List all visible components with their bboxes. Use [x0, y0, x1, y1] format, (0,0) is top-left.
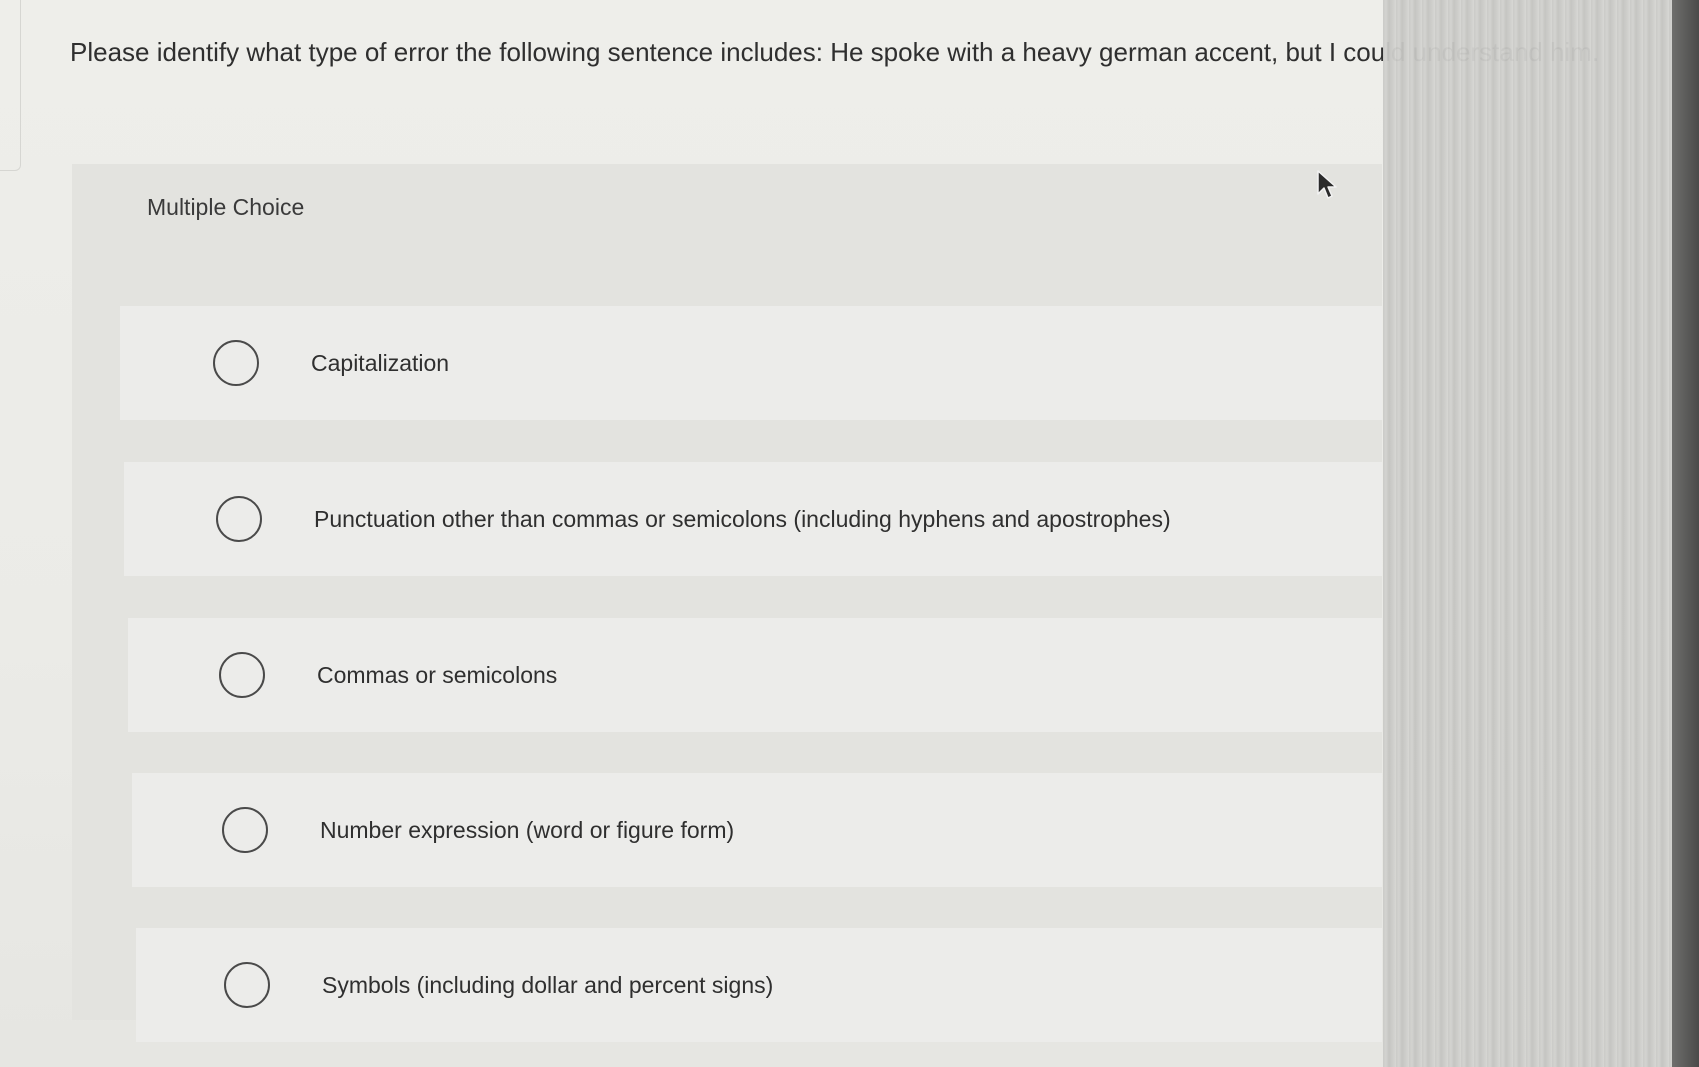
radio-button-icon[interactable] — [224, 962, 270, 1008]
radio-button-icon[interactable] — [219, 652, 265, 698]
option-label: Commas or semicolons — [317, 661, 558, 688]
option-punctuation[interactable]: Punctuation other than commas or semicol… — [124, 462, 1382, 576]
screen-glare — [1383, 0, 1699, 1067]
mouse-pointer-icon — [1317, 170, 1337, 199]
screen: Please identify what type of error the f… — [0, 0, 1699, 1067]
option-symbols[interactable]: Symbols (including dollar and percent si… — [136, 928, 1382, 1042]
multiple-choice-panel: Multiple Choice Capitalization Punctuati… — [72, 164, 1382, 1042]
radio-button-icon[interactable] — [222, 807, 268, 853]
option-commas-semicolons[interactable]: Commas or semicolons — [128, 618, 1382, 732]
option-capitalization[interactable]: Capitalization — [120, 306, 1382, 420]
option-label: Number expression (word or figure form) — [320, 816, 735, 843]
option-label: Symbols (including dollar and percent si… — [322, 971, 774, 998]
question-type-label: Multiple Choice — [147, 194, 305, 220]
monitor-bezel — [1672, 0, 1699, 1067]
option-number-expression[interactable]: Number expression (word or figure form) — [132, 773, 1382, 887]
left-panel-edge — [0, 0, 21, 171]
option-label: Capitalization — [311, 349, 450, 376]
option-label: Punctuation other than commas or semicol… — [314, 505, 1171, 532]
radio-button-icon[interactable] — [216, 496, 262, 542]
radio-button-icon[interactable] — [213, 340, 259, 386]
